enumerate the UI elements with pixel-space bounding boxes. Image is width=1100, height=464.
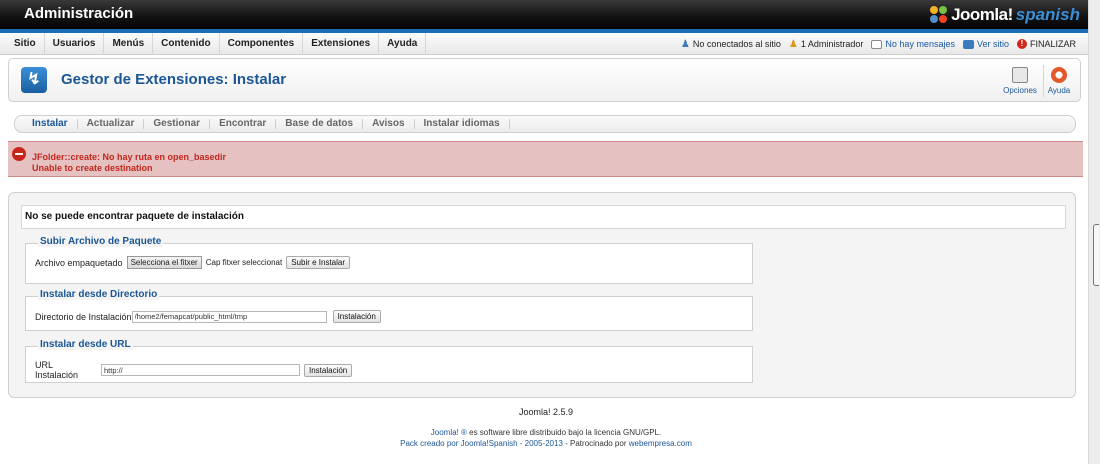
install-panel: No se puede encontrar paquete de instala… <box>8 192 1076 398</box>
tab-actualizar[interactable]: Actualizar <box>78 119 145 129</box>
directory-row: Directorio de Instalación Instalación <box>35 310 381 323</box>
main-menu: Sitio Usuarios Menús Contenido Component… <box>6 33 427 55</box>
error-text: JFolder::create: No hay ruta en open_bas… <box>32 152 226 174</box>
page-title: Gestor de Extensiones: Instalar <box>61 71 287 88</box>
submenu-tabs: Instalar Actualizar Gestionar Encontrar … <box>14 115 1076 133</box>
status-not-connected: ♟ No conectados al sitio <box>680 38 781 50</box>
help-button[interactable]: Ayuda <box>1039 65 1079 99</box>
menu-item-extensiones[interactable]: Extensiones <box>303 33 380 55</box>
extension-install-icon: ↯ <box>21 67 47 93</box>
tab-encontrar[interactable]: Encontrar <box>210 119 277 129</box>
upload-fieldset: Subir Archivo de Paquete Archivo empaque… <box>25 236 753 284</box>
menu-item-contenido[interactable]: Contenido <box>153 33 220 55</box>
error-line-1: JFolder::create: No hay ruta en open_bas… <box>32 152 227 162</box>
upload-install-button[interactable]: Subir e Instalar <box>286 256 351 269</box>
tab-base-de-datos[interactable]: Base de datos <box>276 119 364 129</box>
error-line-2: Unable to create destination <box>32 163 153 173</box>
webempresa-link[interactable]: webempresa.com <box>629 439 692 448</box>
joomla-link[interactable]: Joomla! ® <box>431 428 467 437</box>
view-site-link[interactable]: Ver sitio <box>962 39 1009 49</box>
joomla-logo: Joomla! spanish <box>930 3 1080 26</box>
logo-text-joomla: Joomla! <box>951 4 1013 24</box>
main-menubar: Sitio Usuarios Menús Contenido Component… <box>0 33 1088 55</box>
url-install-button[interactable]: Instalación <box>304 363 353 377</box>
users-icon: ♟ <box>680 38 690 50</box>
menu-item-menus[interactable]: Menús <box>104 33 154 55</box>
monitor-icon <box>962 39 974 49</box>
menu-item-ayuda[interactable]: Ayuda <box>379 33 427 55</box>
tab-instalar[interactable]: Instalar <box>23 119 78 129</box>
page-toolbar: ↯ Gestor de Extensiones: Instalar Opcion… <box>8 58 1081 102</box>
help-icon <box>1051 67 1067 83</box>
admin-title: Administración <box>24 5 134 22</box>
directory-legend: Instalar desde Directorio <box>38 289 160 300</box>
status-admins: ♟ 1 Administrador <box>788 38 864 50</box>
admin-header: Administración Joomla! spanish <box>0 0 1088 29</box>
upload-legend: Subir Archivo de Paquete <box>38 236 164 247</box>
options-icon <box>1012 67 1028 83</box>
directory-install-button[interactable]: Instalación <box>332 310 381 323</box>
upload-label: Archivo empaquetado <box>35 257 123 268</box>
status-bar: ♟ No conectados al sitio ♟ 1 Administrad… <box>681 33 1076 55</box>
no-file-text: Cap fitxer seleccionat <box>205 258 283 267</box>
footer-license: Joomla! ® es software libre distribuido … <box>430 428 662 437</box>
power-icon: ! <box>1016 39 1027 49</box>
url-fieldset: Instalar desde URL URL Instalación Insta… <box>25 339 753 383</box>
url-label: URL Instalación <box>35 360 79 380</box>
logout-link[interactable]: ! FINALIZAR <box>1016 39 1076 49</box>
error-icon <box>12 147 26 161</box>
url-row: URL Instalación Instalación <box>35 360 353 380</box>
url-input[interactable] <box>101 364 300 376</box>
directory-input[interactable] <box>131 310 327 323</box>
choose-file-button[interactable]: Selecciona el fitxer <box>126 256 202 269</box>
user-icon: ♟ <box>788 38 798 50</box>
footer-credits: Pack creado por Joomla!Spanish - 2005-20… <box>400 439 692 448</box>
tab-gestionar[interactable]: Gestionar <box>144 119 211 129</box>
error-message: JFolder::create: No hay ruta en open_bas… <box>8 141 1083 177</box>
status-messages-link[interactable]: No hay mensajes <box>871 39 955 49</box>
tab-avisos[interactable]: Avisos <box>363 119 415 129</box>
directory-fieldset: Instalar desde Directorio Directorio de … <box>25 289 753 331</box>
menu-item-usuarios[interactable]: Usuarios <box>45 33 105 55</box>
directory-label: Directorio de Instalación <box>35 311 132 322</box>
side-tab-handle[interactable] <box>1093 224 1099 286</box>
version-text: Joomla! 2.5.9 <box>518 407 574 417</box>
tab-instalar-idiomas[interactable]: Instalar idiomas <box>415 119 510 129</box>
logo-text-spanish: spanish <box>1015 4 1080 24</box>
url-legend: Instalar desde URL <box>38 339 133 350</box>
menu-item-sitio[interactable]: Sitio <box>6 33 45 55</box>
upload-row: Archivo empaquetado Selecciona el fitxer… <box>35 256 351 269</box>
options-button[interactable]: Opciones <box>1000 65 1040 99</box>
joomlaspanish-link[interactable]: Pack creado por Joomla!Spanish - 2005-20… <box>400 439 563 448</box>
menu-item-componentes[interactable]: Componentes <box>220 33 304 55</box>
install-notice: No se puede encontrar paquete de instala… <box>21 205 1066 229</box>
joomla-mark-icon <box>930 5 948 24</box>
mail-icon <box>871 39 883 49</box>
